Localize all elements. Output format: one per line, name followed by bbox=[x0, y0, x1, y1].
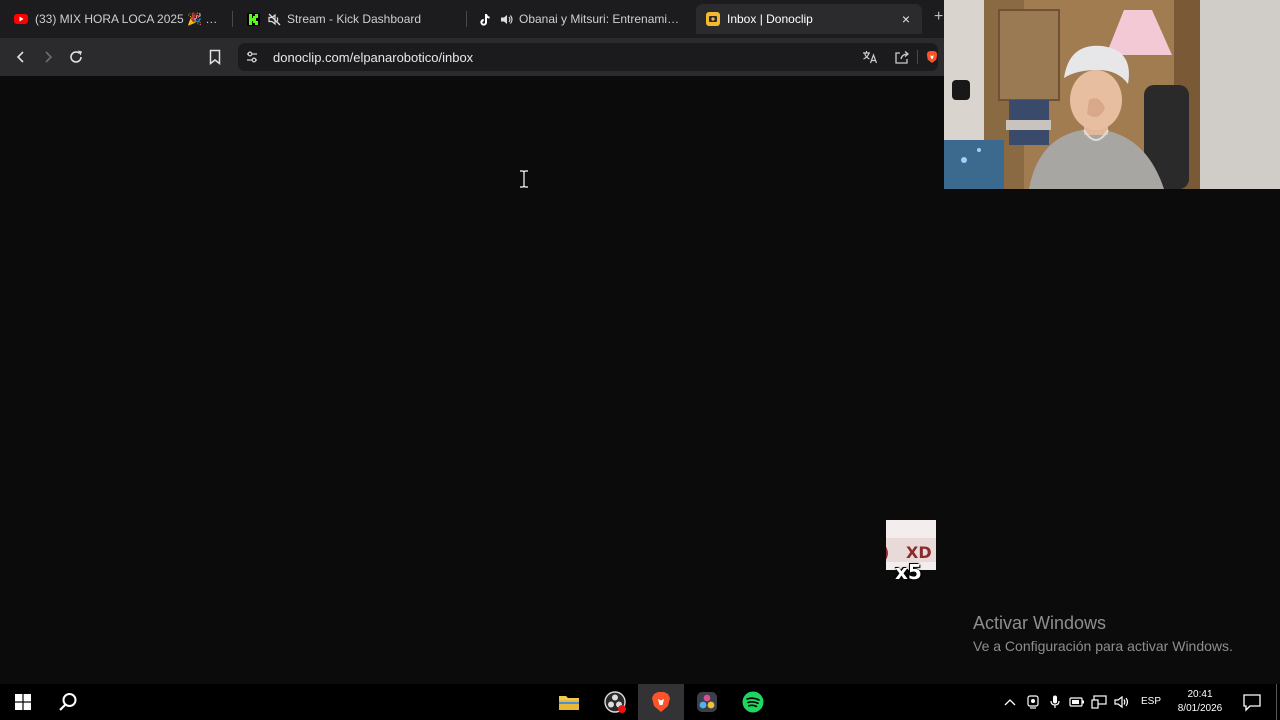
network-icon[interactable] bbox=[1090, 694, 1108, 710]
back-button[interactable] bbox=[8, 44, 34, 70]
donoclip-icon bbox=[706, 12, 720, 26]
brave-browser-button[interactable] bbox=[638, 684, 684, 720]
muted-speaker-icon[interactable] bbox=[267, 12, 281, 26]
site-settings-icon[interactable] bbox=[244, 49, 260, 65]
youtube-icon bbox=[14, 12, 28, 26]
speaker-icon[interactable] bbox=[499, 12, 513, 26]
brave-icon bbox=[652, 692, 670, 712]
davinci-resolve-button[interactable] bbox=[684, 684, 730, 720]
tab-separator bbox=[466, 11, 467, 27]
text-cursor-icon bbox=[520, 170, 528, 188]
obs-button[interactable] bbox=[592, 684, 638, 720]
file-explorer-icon bbox=[559, 696, 579, 710]
toolbar-divider bbox=[917, 50, 918, 64]
gift-count-label: x5 bbox=[895, 560, 922, 584]
tab-kick-dashboard[interactable]: Stream - Kick Dashboard bbox=[236, 4, 464, 34]
windows-logo-icon bbox=[15, 694, 31, 710]
bookmark-icon bbox=[209, 49, 221, 65]
file-explorer-button[interactable] bbox=[546, 684, 592, 720]
browser-tab-bar: (33) MIX HORA LOCA 2025 🎉 ✨ (Ax Stream -… bbox=[0, 0, 944, 38]
start-button[interactable] bbox=[0, 684, 46, 720]
translate-icon[interactable] bbox=[862, 49, 878, 65]
reload-button[interactable] bbox=[63, 44, 89, 70]
tab-label: Obanai y Mitsuri: Entrenamiento bbox=[519, 12, 680, 26]
search-button[interactable] bbox=[45, 684, 91, 720]
show-hidden-icons-button[interactable] bbox=[1001, 694, 1019, 710]
webcam-image bbox=[944, 0, 1280, 189]
clock-time: 20:41 bbox=[1187, 689, 1213, 700]
windows-activation-watermark: Activar Windows Ve a Configuración para … bbox=[973, 612, 1233, 656]
tiktok-icon bbox=[478, 12, 492, 26]
search-icon bbox=[59, 693, 77, 711]
tab-tiktok[interactable]: Obanai y Mitsuri: Entrenamiento bbox=[468, 4, 690, 34]
close-tab-icon[interactable]: × bbox=[898, 11, 914, 27]
tab-label: (33) MIX HORA LOCA 2025 🎉 ✨ (Ax bbox=[35, 12, 218, 26]
battery-icon[interactable] bbox=[1068, 694, 1086, 710]
notification-icon bbox=[1243, 694, 1261, 712]
watermark-subtitle: Ve a Configuración para activar Windows. bbox=[973, 638, 1233, 654]
chevron-up-icon bbox=[1004, 699, 1016, 706]
tab-separator bbox=[232, 11, 233, 27]
tab-donoclip-inbox[interactable]: Inbox | Donoclip × bbox=[696, 4, 922, 34]
tab-youtube[interactable]: (33) MIX HORA LOCA 2025 🎉 ✨ (Ax bbox=[4, 4, 228, 34]
reload-icon bbox=[70, 50, 82, 63]
webcam-feed bbox=[944, 0, 1280, 189]
input-language-indicator[interactable]: ESP bbox=[1141, 696, 1161, 707]
chevron-left-icon bbox=[16, 51, 24, 63]
volume-icon[interactable] bbox=[1113, 694, 1131, 710]
chevron-right-icon bbox=[45, 51, 53, 63]
watermark-title: Activar Windows bbox=[973, 613, 1107, 633]
address-bar[interactable]: donoclip.com/elpanarobotico/inbox bbox=[238, 43, 938, 71]
url-text[interactable]: donoclip.com/elpanarobotico/inbox bbox=[273, 50, 473, 65]
page-content bbox=[0, 76, 944, 684]
screen: { "browser": { "tabs": [ {"label": "(33)… bbox=[0, 0, 1280, 720]
system-clock[interactable]: 20:41 8/01/2026 bbox=[1172, 688, 1228, 716]
share-icon[interactable] bbox=[894, 49, 910, 65]
kick-icon bbox=[246, 12, 260, 26]
windows-taskbar: ESP 20:41 8/01/2026 bbox=[0, 684, 1280, 720]
new-tab-button[interactable]: + bbox=[934, 8, 944, 26]
clock-date: 8/01/2026 bbox=[1177, 703, 1223, 714]
tab-label: Stream - Kick Dashboard bbox=[287, 12, 422, 26]
tab-label: Inbox | Donoclip bbox=[727, 12, 813, 26]
show-desktop-button[interactable] bbox=[1276, 684, 1277, 720]
davinci-resolve-icon bbox=[697, 692, 717, 712]
webcam-tray-icon[interactable] bbox=[1024, 694, 1042, 710]
svg-text:): ) bbox=[886, 543, 889, 562]
obs-icon bbox=[604, 691, 626, 713]
forward-button[interactable] bbox=[35, 44, 61, 70]
microphone-icon[interactable] bbox=[1046, 694, 1064, 710]
spotify-icon bbox=[742, 691, 764, 713]
bookmark-button[interactable] bbox=[202, 44, 228, 70]
notification-center-button[interactable] bbox=[1242, 692, 1262, 712]
brave-shields-icon[interactable] bbox=[926, 49, 938, 65]
spotify-button[interactable] bbox=[730, 684, 776, 720]
browser-toolbar: donoclip.com/elpanarobotico/inbox bbox=[0, 38, 944, 76]
